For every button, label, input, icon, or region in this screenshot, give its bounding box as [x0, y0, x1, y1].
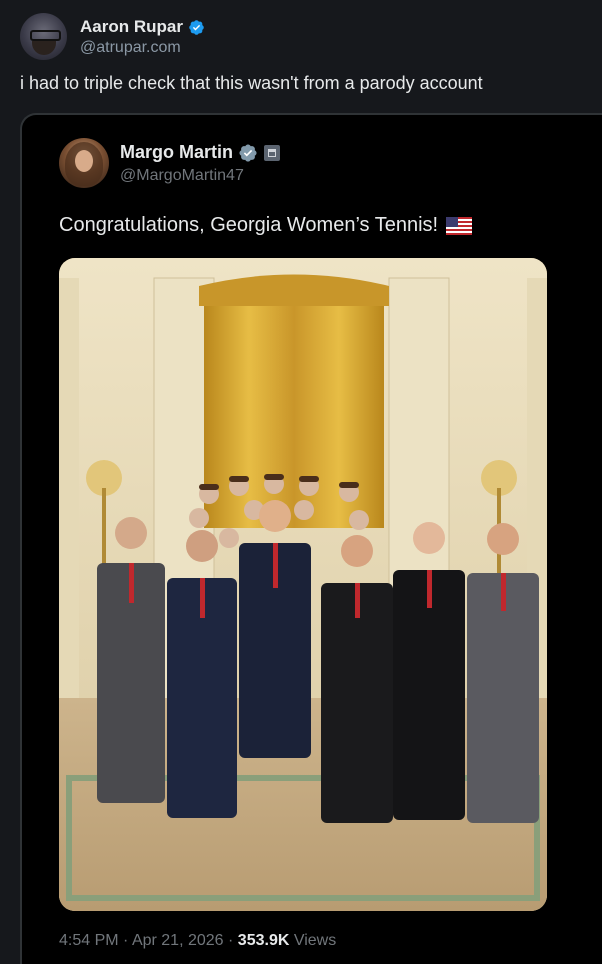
photo-scene	[59, 258, 547, 911]
meta-separator: ·	[228, 932, 234, 949]
tweet-meta: 4:54 PM · Apr 21, 2026 · 353.9K Views	[59, 932, 336, 950]
quoted-tweet-text: Congratulations, Georgia Women’s Tennis!	[59, 214, 439, 236]
avatar-beard	[32, 41, 56, 55]
tweet-date[interactable]: Apr 21, 2026	[132, 932, 224, 949]
avatar-face	[75, 150, 93, 172]
quoted-author-name[interactable]: Margo Martin	[120, 142, 233, 163]
verified-badge-icon	[189, 19, 204, 35]
tweet-photo[interactable]	[59, 258, 547, 911]
us-flag-icon	[446, 216, 473, 235]
aaron-avatar[interactable]	[20, 13, 67, 60]
quoted-tweet-card[interactable]: Margo Martin @MargoMartin47 Congratulati…	[20, 113, 602, 964]
meta-separator: ·	[123, 932, 129, 949]
verified-badge-icon	[239, 143, 257, 162]
outer-tweet-header: Aaron Rupar @atrupar.com	[20, 13, 580, 63]
margo-avatar[interactable]	[59, 138, 109, 188]
tweet-time[interactable]: 4:54 PM	[59, 932, 119, 949]
avatar-glasses	[30, 30, 61, 41]
tweet-text: i had to triple check that this wasn't f…	[20, 73, 483, 93]
quoted-author-name-line: Margo Martin	[120, 142, 281, 163]
views-label: Views	[293, 932, 337, 949]
author-name[interactable]: Aaron Rupar	[80, 17, 183, 37]
views-count[interactable]: 353.9K	[238, 932, 290, 949]
author-name-line: Aaron Rupar	[80, 17, 205, 37]
government-badge-icon	[264, 144, 281, 161]
quoted-author-handle[interactable]: @MargoMartin47	[120, 167, 244, 185]
quoted-tweet-text-line: Congratulations, Georgia Women’s Tennis!	[59, 214, 473, 237]
author-handle[interactable]: @atrupar.com	[80, 39, 181, 57]
